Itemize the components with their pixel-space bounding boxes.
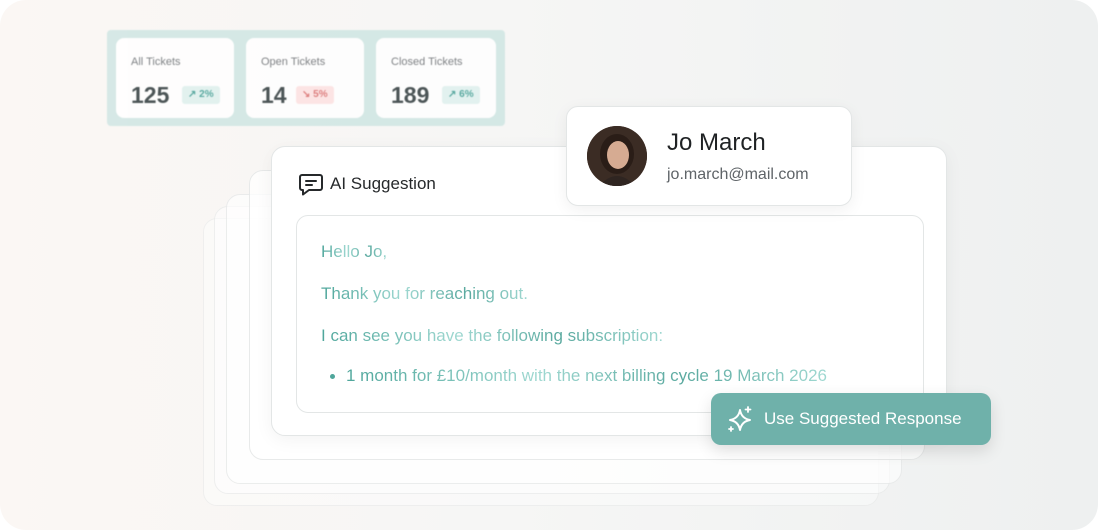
canvas: All Tickets 125 ↗ 2% Open Tickets 14 ↘ 5… — [0, 0, 1098, 530]
trend-badge: ↗ 6% — [442, 86, 480, 104]
stat-value: 125 — [131, 82, 170, 108]
stat-label: All Tickets — [131, 56, 181, 68]
stat-card-closed-tickets[interactable]: Closed Tickets 189 ↗ 6% — [376, 38, 496, 118]
message-intro: I can see you have the following subscri… — [321, 326, 664, 345]
person-avatar-icon — [587, 126, 647, 186]
message-subscription-item: 1 month for £10/month with the next bill… — [346, 366, 827, 385]
stat-value: 14 — [261, 82, 287, 108]
use-suggested-response-button[interactable]: Use Suggested Response — [711, 393, 991, 445]
contact-email: jo.march@mail.com — [667, 166, 809, 183]
ai-suggestion-header: AI Suggestion — [298, 171, 436, 197]
trend-badge: ↗ 2% — [182, 86, 220, 104]
stat-label: Open Tickets — [261, 56, 326, 68]
message-greeting: Hello Jo, — [321, 242, 388, 261]
chat-icon — [299, 174, 323, 196]
ai-suggestion-title: AI Suggestion — [330, 174, 436, 193]
bullet-dot — [330, 374, 335, 379]
trend-up-icon: ↗ — [188, 89, 197, 100]
trend-badge: ↘ 5% — [296, 86, 334, 104]
suggested-message[interactable]: Hello Jo, Thank you for reaching out. I … — [296, 215, 924, 413]
contact-name: Jo March — [667, 129, 766, 156]
contact-card[interactable]: Jo March jo.march@mail.com — [566, 106, 852, 206]
message-thanks: Thank you for reaching out. — [321, 284, 528, 303]
trend-up-icon: ↗ — [448, 89, 457, 100]
stat-label: Closed Tickets — [391, 56, 463, 68]
sparkle-icon — [728, 406, 752, 432]
stat-value: 189 — [391, 82, 430, 108]
avatar — [587, 126, 647, 186]
trend-down-icon: ↘ — [302, 89, 311, 100]
stat-card-all-tickets[interactable]: All Tickets 125 ↗ 2% — [116, 38, 234, 118]
ticket-stats-panel: All Tickets 125 ↗ 2% Open Tickets 14 ↘ 5… — [107, 30, 505, 126]
stat-card-open-tickets[interactable]: Open Tickets 14 ↘ 5% — [246, 38, 364, 118]
use-suggested-response-label: Use Suggested Response — [764, 409, 962, 428]
